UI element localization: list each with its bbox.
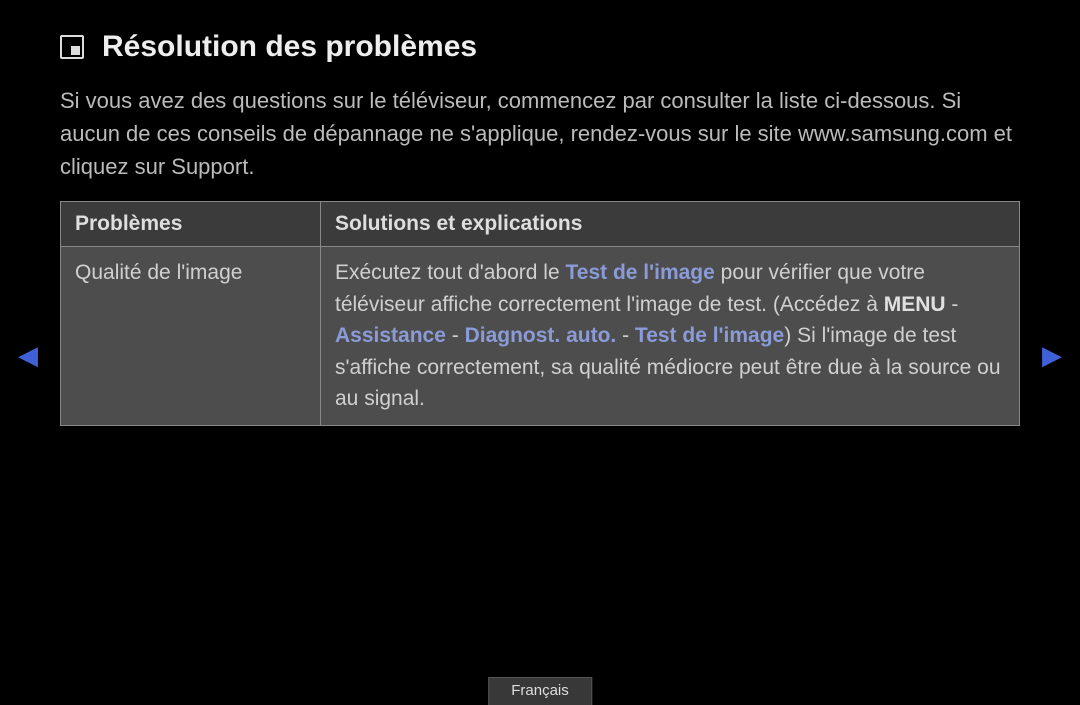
solution-text: Exécutez tout d'abord le	[335, 261, 566, 284]
nav-previous-button[interactable]: ◀	[18, 340, 38, 371]
header-problems: Problèmes	[61, 202, 321, 247]
cell-problem: Qualité de l'image	[61, 247, 321, 426]
title-row: Résolution des problèmes	[60, 30, 1020, 64]
page-title: Résolution des problèmes	[102, 30, 477, 64]
nav-next-button[interactable]: ▶	[1042, 340, 1062, 371]
highlight-test-image: Test de l'image	[566, 261, 715, 284]
solution-text: -	[616, 324, 635, 347]
table-row: Qualité de l'image Exécutez tout d'abord…	[61, 247, 1020, 426]
table-header-row: Problèmes Solutions et explications	[61, 202, 1020, 247]
highlight-diagnost-auto: Diagnost. auto.	[465, 324, 617, 347]
page-content: Résolution des problèmes Si vous avez de…	[0, 0, 1080, 446]
cell-solution: Exécutez tout d'abord le Test de l'image…	[321, 247, 1020, 426]
highlight-test-image-2: Test de l'image	[635, 324, 784, 347]
header-solutions: Solutions et explications	[321, 202, 1020, 247]
solution-text: -	[946, 293, 959, 316]
intro-text: Si vous avez des questions sur le télévi…	[60, 84, 1020, 183]
highlight-menu: MENU	[884, 293, 946, 316]
bookmark-icon	[60, 35, 84, 59]
language-indicator[interactable]: Français	[488, 677, 592, 705]
troubleshooting-table: Problèmes Solutions et explications Qual…	[60, 201, 1020, 426]
solution-text: -	[446, 324, 465, 347]
highlight-assistance: Assistance	[335, 324, 446, 347]
